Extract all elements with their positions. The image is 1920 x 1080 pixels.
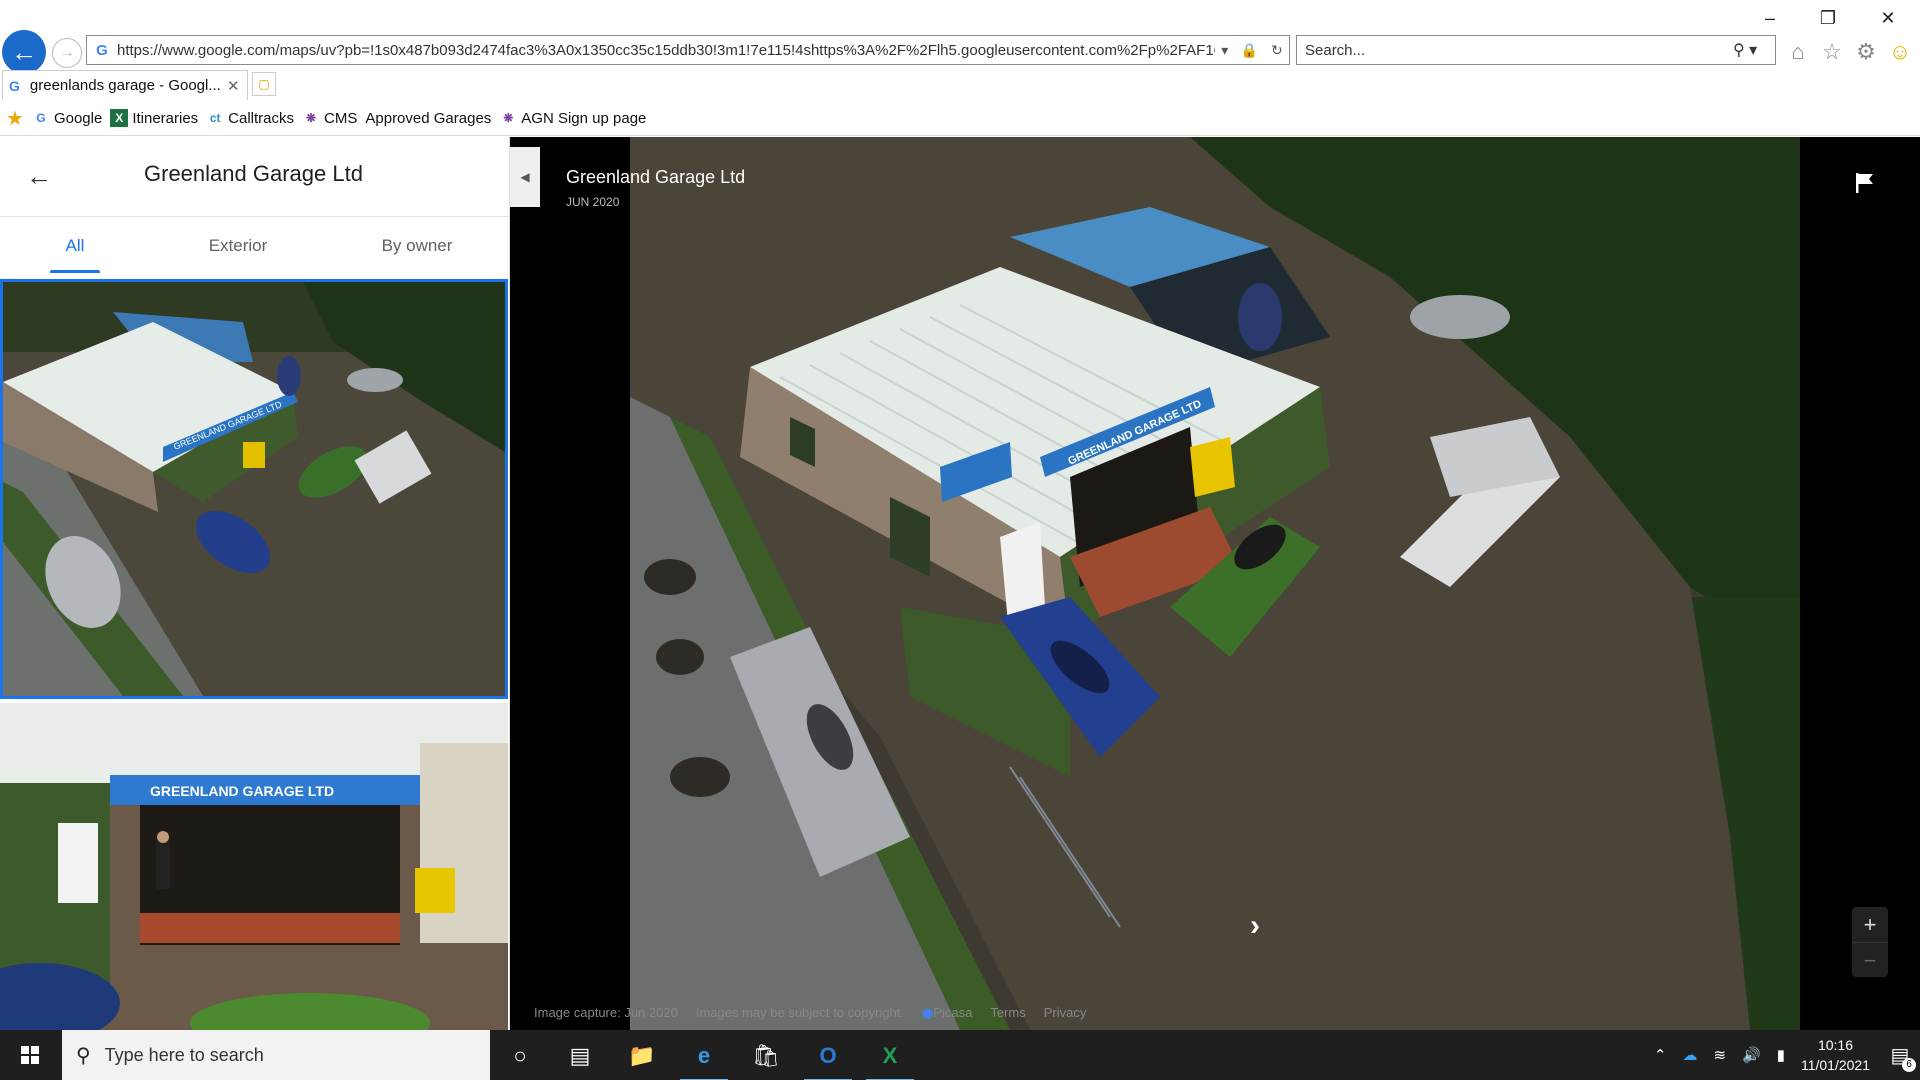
store-icon[interactable]: 🛍 <box>738 1036 794 1076</box>
favorite-itineraries[interactable]: X Itineraries <box>110 109 198 127</box>
flag-icon[interactable] <box>1854 171 1876 195</box>
windows-logo-icon <box>21 1046 39 1064</box>
favorites-star-icon[interactable]: ☆ <box>1818 38 1846 66</box>
new-tab-icon: ▢ <box>258 77 270 91</box>
file-explorer-icon[interactable]: 📁 <box>614 1036 670 1076</box>
chevron-up-icon[interactable]: ⌃ <box>1654 1046 1667 1064</box>
arrow-left-icon: ← <box>26 161 52 191</box>
chevron-left-icon: ◀ <box>520 170 530 184</box>
image-capture-text: Image capture: Jun 2020 <box>534 1005 678 1020</box>
agn-icon: ❋ <box>503 111 514 125</box>
panel-back-button[interactable]: ← <box>26 161 54 191</box>
onedrive-icon[interactable]: ☁ <box>1682 1046 1697 1064</box>
favorite-cms[interactable]: ❋ CMS <box>302 109 357 127</box>
cms-icon: ❋ <box>306 111 317 125</box>
picasa-link[interactable]: ◉Picasa <box>922 1005 972 1021</box>
browser-chrome: – ❐ ✕ ← → G https://www.google.com/maps/… <box>0 0 1920 136</box>
tab-by-owner[interactable]: By owner <box>370 217 464 273</box>
photo-title: Greenland Garage Ltd <box>566 167 746 187</box>
close-tab-icon[interactable]: ✕ <box>227 77 247 95</box>
tab-title: greenlands garage - Googl... <box>29 77 221 94</box>
photo-thumbnail-aerial[interactable]: GREENLAND GARAGE LTD <box>0 279 508 699</box>
windows-taskbar: ⚲ Type here to search ○ ▤ 📁 e 🛍 O X ⌃ ☁ … <box>0 1030 1920 1080</box>
google-favicon-icon: G <box>9 77 20 94</box>
add-favorite-star-icon[interactable]: ★ <box>6 106 24 131</box>
outlook-icon[interactable]: O <box>800 1036 856 1080</box>
search-icon[interactable]: ⚲ ▾ <box>1733 40 1775 60</box>
restore-button[interactable]: ❐ <box>1806 4 1850 32</box>
chevron-left-icon[interactable]: ‹ <box>1150 913 1159 945</box>
arrow-right-icon: → <box>59 44 75 61</box>
zoom-out-button[interactable]: − <box>1852 942 1888 977</box>
favorite-agn-sign-up[interactable]: ❋ AGN Sign up page <box>499 109 646 127</box>
close-window-button[interactable]: ✕ <box>1866 4 1910 32</box>
excel-icon: X <box>110 109 129 127</box>
taskbar-search[interactable]: ⚲ Type here to search <box>62 1030 490 1080</box>
search-placeholder[interactable]: Search... <box>1305 42 1733 59</box>
wifi-icon[interactable]: ≋ <box>1713 1046 1726 1064</box>
favorite-approved-garages[interactable]: Approved Garages <box>365 110 491 127</box>
front-thumbnail-image: GREENLAND GARAGE LTD <box>0 703 508 1030</box>
photo-filter-tabs: All Exterior By owner <box>0 217 509 273</box>
zoom-in-button[interactable]: + <box>1852 907 1888 942</box>
favorite-google[interactable]: G Google <box>32 109 102 127</box>
google-favicon-icon: G <box>96 41 108 59</box>
browser-tab[interactable]: G greenlands garage - Googl... ✕ <box>2 70 248 100</box>
settings-gear-icon[interactable]: ⚙ <box>1852 38 1880 66</box>
zoom-control: + − <box>1852 907 1888 977</box>
internet-explorer-icon[interactable]: e <box>676 1036 732 1080</box>
volume-icon[interactable]: 🔊 <box>1742 1046 1761 1064</box>
tab-all[interactable]: All <box>50 217 100 273</box>
favorite-calltracks[interactable]: ct Calltracks <box>206 109 294 127</box>
terms-link[interactable]: Terms <box>990 1005 1025 1021</box>
clock[interactable]: 10:16 11/01/2021 <box>1801 1035 1870 1075</box>
photo-viewer: ◀ GREENLAND GARAGE LTD Greenland Garage … <box>510 137 1920 1030</box>
url-text[interactable]: https://www.google.com/maps/uv?pb=!1s0x4… <box>117 42 1215 59</box>
arrow-left-icon: ← <box>11 36 37 67</box>
lock-icon[interactable]: 🔒 <box>1241 42 1258 59</box>
system-tray: ⌃ ☁ ≋ 🔊 ▮ 10:16 11/01/2021 6 ▤ <box>1646 1030 1920 1080</box>
taskbar-search-placeholder[interactable]: Type here to search <box>105 1045 264 1066</box>
tab-exterior[interactable]: Exterior <box>196 217 280 273</box>
battery-icon[interactable]: ▮ <box>1777 1046 1785 1064</box>
chevron-right-icon[interactable]: › <box>1250 909 1260 943</box>
panel-title: Greenland Garage Ltd <box>144 161 363 186</box>
picasa-icon: ◉ <box>921 1005 934 1020</box>
clock-time: 10:16 <box>1817 1037 1853 1053</box>
clock-date: 11/01/2021 <box>1800 1057 1870 1073</box>
panel-header: ← Greenland Garage Ltd <box>0 137 509 217</box>
sign-text: GREENLAND GARAGE LTD <box>150 783 334 799</box>
back-button[interactable]: ← <box>2 30 46 74</box>
notification-count: 6 <box>1902 1057 1916 1072</box>
address-bar[interactable]: G https://www.google.com/maps/uv?pb=!1s0… <box>86 35 1290 65</box>
start-button[interactable] <box>0 1030 60 1080</box>
photo-date: JUN 2020 <box>566 195 620 209</box>
favorites-bar: ★ G Google X Itineraries ct Calltracks ❋ CMS… <box>0 102 1920 134</box>
copyright-text: Images may be subject to copyright. <box>695 1005 904 1020</box>
calltracks-icon: ct <box>209 111 221 125</box>
home-icon[interactable]: ⌂ <box>1784 38 1812 66</box>
cortana-icon[interactable]: ○ <box>492 1036 548 1076</box>
browser-search-box[interactable]: Search... ⚲ ▾ <box>1296 35 1776 65</box>
feedback-smiley-icon[interactable]: ☺ <box>1886 38 1914 66</box>
task-view-icon[interactable]: ▤ <box>552 1036 608 1076</box>
notifications-button[interactable]: 6 ▤ <box>1880 1043 1920 1072</box>
google-icon: G <box>36 111 46 125</box>
aerial-thumbnail-image: GREENLAND GARAGE LTD <box>3 282 505 696</box>
viewer-footer: Image capture: Jun 2020 Images may be su… <box>534 1005 1086 1021</box>
garage-aerial-photo[interactable]: GREENLAND GARAGE LTD <box>630 137 1800 1030</box>
photos-panel: ← Greenland Garage Ltd All Exterior By o… <box>0 137 510 1030</box>
privacy-link[interactable]: Privacy <box>1044 1005 1087 1021</box>
search-icon: ⚲ <box>76 1044 91 1067</box>
minimize-button[interactable]: – <box>1748 4 1792 32</box>
collapse-panel-button[interactable]: ◀ <box>510 147 540 207</box>
new-tab-button[interactable]: ▢ <box>252 72 276 96</box>
refresh-icon[interactable]: ↻ <box>1271 42 1283 59</box>
photo-thumbnail-front[interactable]: GREENLAND GARAGE LTD <box>0 703 508 1030</box>
excel-icon[interactable]: X <box>862 1036 918 1080</box>
forward-button[interactable]: → <box>52 38 82 68</box>
dropdown-icon[interactable]: ▾ <box>1221 42 1228 59</box>
